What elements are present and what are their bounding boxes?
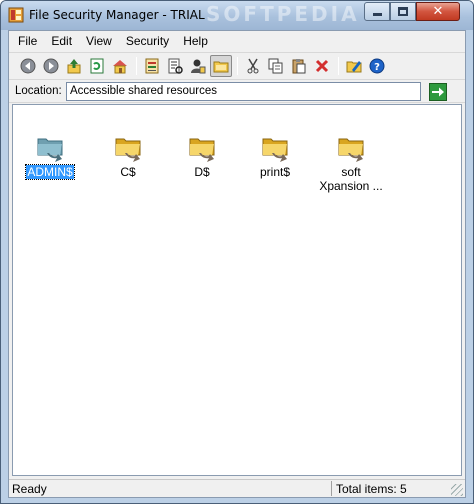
menu-help[interactable]: Help — [176, 34, 215, 48]
location-input[interactable]: Accessible shared resources — [66, 82, 421, 101]
shared-folder-icon — [189, 138, 215, 162]
svg-text:?: ? — [374, 62, 380, 73]
help-icon: ? — [369, 58, 385, 73]
copy-icon — [268, 58, 283, 73]
audit-button[interactable] — [164, 55, 186, 77]
file-label: C$ — [120, 165, 136, 179]
copy-button[interactable] — [265, 55, 287, 77]
menu-security[interactable]: Security — [119, 34, 176, 48]
file-label: D$ — [194, 165, 210, 179]
file-label: print$ — [259, 165, 291, 179]
file-item-d[interactable]: D$ — [171, 133, 233, 179]
delete-icon — [315, 59, 329, 72]
maximize-icon — [398, 7, 408, 16]
file-item-admin[interactable]: ADMIN$ — [19, 133, 81, 180]
location-bar: Location: Accessible shared resources — [9, 79, 465, 103]
up-folder-icon — [67, 58, 81, 73]
app-window: File Security Manager - TRIAL SOFTPEDIA … — [0, 0, 474, 504]
properties-button[interactable] — [343, 55, 365, 77]
status-text: Ready — [12, 482, 47, 496]
delete-button[interactable] — [311, 55, 333, 77]
shared-folder-icon — [115, 138, 141, 162]
shared-folder-icon — [338, 138, 364, 162]
file-item-c[interactable]: C$ — [97, 133, 159, 179]
refresh-button[interactable] — [86, 55, 108, 77]
location-label: Location: — [15, 85, 62, 97]
minimize-icon — [372, 13, 382, 16]
menu-edit[interactable]: Edit — [44, 34, 79, 48]
close-button[interactable]: ✕ — [416, 2, 460, 21]
cut-icon — [247, 58, 259, 73]
properties-icon — [346, 60, 362, 72]
watermark: SOFTPEDIA — [206, 2, 360, 26]
file-view[interactable]: ADMIN$ C$ D$ print$ soft Xpansion ... — [12, 104, 462, 476]
status-divider — [331, 481, 332, 496]
close-icon: ✕ — [432, 4, 444, 19]
toolbar-separator — [338, 56, 339, 75]
audit-icon — [168, 58, 183, 74]
window-title: File Security Manager - TRIAL — [29, 8, 205, 22]
shared-folder-blue-icon — [37, 138, 63, 162]
paste-button[interactable] — [288, 55, 310, 77]
toolbar-separator — [136, 56, 137, 75]
status-bar: Ready Total items: 5 — [9, 479, 465, 497]
permissions-button[interactable] — [141, 55, 163, 77]
title-bar[interactable]: File Security Manager - TRIAL SOFTPEDIA … — [1, 1, 473, 30]
user-button[interactable] — [187, 55, 209, 77]
paste-icon — [292, 58, 306, 73]
cut-button[interactable] — [242, 55, 264, 77]
menu-view[interactable]: View — [79, 34, 119, 48]
item-count: Total items: 5 — [336, 482, 407, 496]
client-area: File Edit View Security Help ? Location:… — [8, 30, 466, 498]
user-icon — [191, 59, 206, 73]
toolbar-separator — [237, 56, 238, 75]
file-item-softxpansion[interactable]: soft Xpansion ... — [316, 133, 386, 193]
app-icon — [8, 7, 24, 23]
help-button[interactable]: ? — [366, 55, 388, 77]
up-folder-button[interactable] — [63, 55, 85, 77]
menu-bar: File Edit View Security Help — [9, 31, 465, 50]
folder-view-icon — [213, 61, 229, 72]
home-button[interactable] — [109, 55, 131, 77]
permissions-icon — [145, 58, 159, 73]
file-item-print[interactable]: print$ — [244, 133, 306, 179]
minimize-button[interactable] — [364, 2, 390, 21]
file-label: soft Xpansion ... — [319, 165, 383, 193]
file-label: ADMIN$ — [25, 164, 75, 180]
forward-button[interactable] — [40, 55, 62, 77]
forward-icon — [43, 58, 59, 73]
folder-view-button[interactable] — [210, 54, 232, 77]
back-icon — [20, 58, 36, 73]
refresh-icon — [90, 58, 104, 73]
shared-folder-icon — [262, 138, 288, 162]
menu-file[interactable]: File — [11, 34, 44, 48]
home-icon — [113, 59, 127, 73]
maximize-button[interactable] — [390, 2, 416, 21]
resize-grip-icon[interactable] — [451, 484, 463, 496]
toolbar: ? — [9, 52, 465, 78]
back-button[interactable] — [17, 55, 39, 77]
go-arrow-icon[interactable] — [429, 83, 447, 101]
